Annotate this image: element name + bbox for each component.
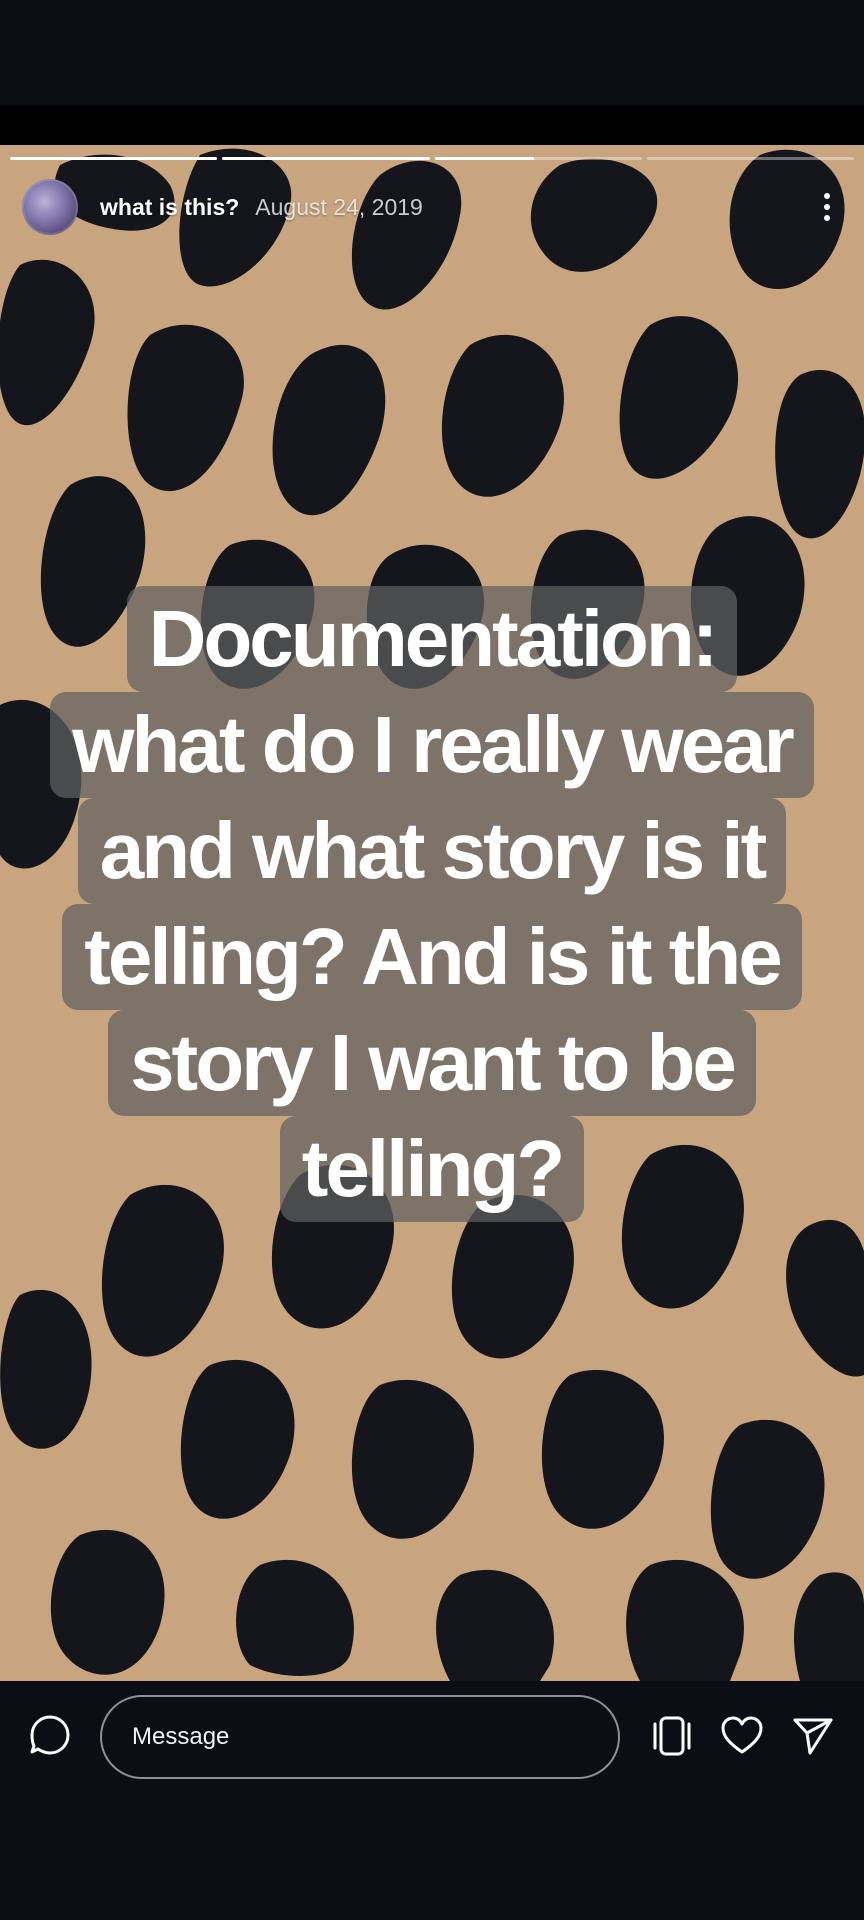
- progress-fill: [434, 157, 534, 160]
- status-bar-area: [0, 0, 864, 105]
- heart-icon-glyph: [721, 1716, 763, 1754]
- caption-line: story I want to be: [108, 1010, 756, 1116]
- progress-segment: [434, 157, 642, 160]
- send-icon-glyph: [793, 1718, 833, 1755]
- message-input[interactable]: [130, 1722, 618, 1752]
- story-viewer[interactable]: what is this? August 24, 2019 Documentat…: [0, 145, 864, 1681]
- stories-icon-glyph: [653, 1716, 691, 1756]
- avatar[interactable]: [22, 179, 78, 235]
- caption-line: Documentation:: [126, 586, 738, 692]
- username[interactable]: what is this?: [100, 194, 239, 221]
- more-dot: [824, 215, 830, 221]
- story-header: what is this? August 24, 2019: [22, 177, 842, 237]
- story-progress-bar: [10, 157, 854, 161]
- heart-icon[interactable]: [717, 1711, 767, 1761]
- progress-segment: [646, 157, 854, 160]
- progress-segment: [222, 157, 430, 160]
- progress-fill: [10, 157, 218, 160]
- reply-bar: [0, 1681, 864, 1920]
- camera-icon[interactable]: [24, 1709, 76, 1761]
- top-strip: [0, 105, 864, 145]
- caption-line: telling?: [279, 1116, 585, 1222]
- progress-fill: [222, 157, 430, 160]
- more-vertical-icon[interactable]: [812, 187, 842, 227]
- story-caption: Documentation: what do I really wear and…: [0, 586, 864, 1222]
- camera-icon-glyph: [30, 1715, 70, 1755]
- caption-line: and what story is it: [77, 798, 787, 904]
- stories-icon[interactable]: [647, 1711, 697, 1761]
- more-dot: [824, 204, 830, 210]
- message-field[interactable]: [100, 1695, 620, 1779]
- post-date: August 24, 2019: [255, 193, 423, 220]
- more-dot: [824, 193, 830, 199]
- caption-line: telling? And is it the: [62, 904, 802, 1010]
- send-icon[interactable]: [788, 1711, 838, 1761]
- progress-segment: [10, 157, 218, 160]
- caption-line: what do I really wear: [50, 692, 814, 798]
